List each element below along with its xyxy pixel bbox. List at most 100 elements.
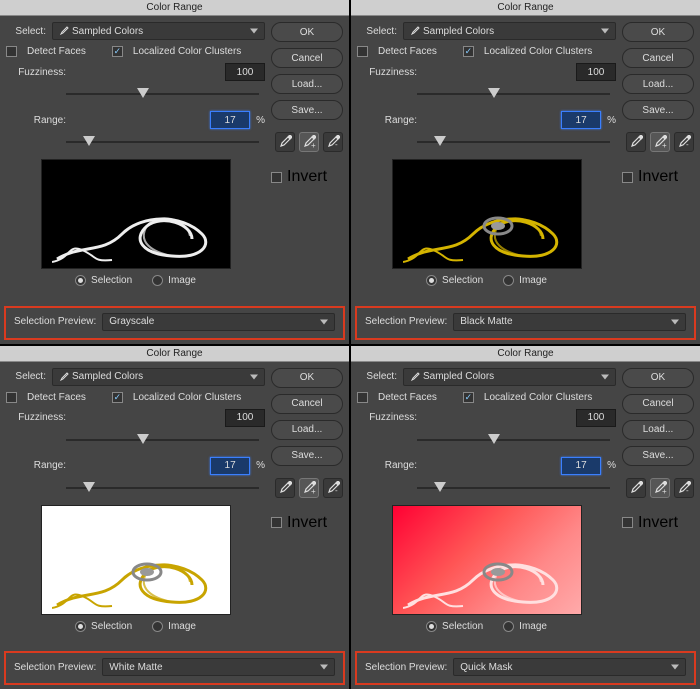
fuzziness-input[interactable] xyxy=(576,409,616,427)
selection-preview-dropdown[interactable]: Quick Mask xyxy=(453,658,686,676)
localized-clusters-checkbox[interactable] xyxy=(463,392,474,403)
dialog-titlebar: Color Range xyxy=(351,346,700,362)
save-button[interactable]: Save... xyxy=(271,446,343,466)
eyedropper-icon xyxy=(410,26,420,36)
eyedropper-subtract-tool[interactable]: - xyxy=(674,132,694,152)
selection-preview-thumbnail xyxy=(41,505,231,615)
fuzziness-slider[interactable] xyxy=(66,433,259,447)
fuzziness-input[interactable] xyxy=(225,409,265,427)
range-slider[interactable] xyxy=(66,481,259,495)
invert-checkbox[interactable] xyxy=(271,172,282,183)
select-dropdown[interactable]: Sampled Colors xyxy=(52,22,265,40)
load-button[interactable]: Load... xyxy=(271,74,343,94)
detect-faces-checkbox[interactable] xyxy=(357,46,368,57)
svg-text:+: + xyxy=(311,487,316,495)
image-radio[interactable]: Image xyxy=(152,621,196,632)
selection-radio[interactable]: Selection xyxy=(75,621,132,632)
range-slider[interactable] xyxy=(417,481,610,495)
cancel-button[interactable]: Cancel xyxy=(271,394,343,414)
eyedropper-tool[interactable] xyxy=(626,132,646,152)
range-percent-label: % xyxy=(256,115,265,126)
select-dropdown[interactable]: Sampled Colors xyxy=(52,368,265,386)
range-input[interactable] xyxy=(561,111,601,129)
eyedropper-add-tool[interactable]: + xyxy=(650,478,670,498)
selection-preview-thumbnail xyxy=(41,159,231,269)
invert-checkbox[interactable] xyxy=(622,517,633,528)
selection-radio[interactable]: Selection xyxy=(75,275,132,286)
detect-faces-checkbox[interactable] xyxy=(6,392,17,403)
range-slider[interactable] xyxy=(66,135,259,149)
selection-preview-dropdown[interactable]: Grayscale xyxy=(102,313,335,331)
cancel-button[interactable]: Cancel xyxy=(622,394,694,414)
eyedropper-tool[interactable] xyxy=(626,478,646,498)
fuzziness-label: Fuzziness: xyxy=(6,412,66,423)
load-button[interactable]: Load... xyxy=(271,420,343,440)
eyedropper-minus-icon: - xyxy=(326,481,340,495)
selection-preview-row: Selection Preview: Grayscale xyxy=(4,306,345,340)
selection-radio[interactable]: Selection xyxy=(426,621,483,632)
eyedropper-add-tool[interactable]: + xyxy=(299,478,319,498)
svg-text:-: - xyxy=(335,486,338,495)
eyedropper-add-tool[interactable]: + xyxy=(299,132,319,152)
fuzziness-label: Fuzziness: xyxy=(357,67,417,78)
range-percent-label: % xyxy=(607,460,616,471)
invert-checkbox[interactable] xyxy=(271,517,282,528)
range-input[interactable] xyxy=(210,457,250,475)
save-button[interactable]: Save... xyxy=(271,100,343,120)
selection-preview-label: Selection Preview: xyxy=(365,662,447,673)
ok-button[interactable]: OK xyxy=(271,22,343,42)
selection-radio[interactable]: Selection xyxy=(426,275,483,286)
eyedropper-icon xyxy=(278,135,292,149)
image-radio[interactable]: Image xyxy=(152,275,196,286)
eyedropper-subtract-tool[interactable]: - xyxy=(323,132,343,152)
fuzziness-input[interactable] xyxy=(225,63,265,81)
select-label: Select: xyxy=(357,371,397,382)
eyedropper-icon xyxy=(629,481,643,495)
selection-preview-value: Grayscale xyxy=(109,316,154,327)
select-dropdown[interactable]: Sampled Colors xyxy=(403,22,616,40)
localized-clusters-checkbox[interactable] xyxy=(112,46,123,57)
range-label: Range: xyxy=(6,460,66,471)
range-percent-label: % xyxy=(256,460,265,471)
save-button[interactable]: Save... xyxy=(622,446,694,466)
range-input[interactable] xyxy=(210,111,250,129)
eyedropper-icon xyxy=(59,372,69,382)
localized-clusters-checkbox[interactable] xyxy=(112,392,123,403)
fuzziness-slider[interactable] xyxy=(66,87,259,101)
localized-clusters-label: Localized Color Clusters xyxy=(133,46,241,57)
cancel-button[interactable]: Cancel xyxy=(271,48,343,68)
ok-button[interactable]: OK xyxy=(622,22,694,42)
load-button[interactable]: Load... xyxy=(622,420,694,440)
color-range-dialog: Color Range Select: Sampled Colors Detec… xyxy=(0,0,349,344)
fuzziness-slider[interactable] xyxy=(417,433,610,447)
detect-faces-label: Detect Faces xyxy=(27,392,86,403)
localized-clusters-label: Localized Color Clusters xyxy=(484,392,592,403)
color-range-dialog: Color Range Select: Sampled Colors Detec… xyxy=(351,346,700,689)
localized-clusters-checkbox[interactable] xyxy=(463,46,474,57)
save-button[interactable]: Save... xyxy=(622,100,694,120)
eyedropper-add-tool[interactable]: + xyxy=(650,132,670,152)
select-dropdown[interactable]: Sampled Colors xyxy=(403,368,616,386)
image-radio[interactable]: Image xyxy=(503,621,547,632)
range-input[interactable] xyxy=(561,457,601,475)
detect-faces-checkbox[interactable] xyxy=(6,46,17,57)
ok-button[interactable]: OK xyxy=(622,368,694,388)
selection-preview-dropdown[interactable]: White Matte xyxy=(102,658,335,676)
cancel-button[interactable]: Cancel xyxy=(622,48,694,68)
eyedropper-tool[interactable] xyxy=(275,132,295,152)
detect-faces-checkbox[interactable] xyxy=(357,392,368,403)
eyedropper-subtract-tool[interactable]: - xyxy=(323,478,343,498)
eyedropper-subtract-tool[interactable]: - xyxy=(674,478,694,498)
ok-button[interactable]: OK xyxy=(271,368,343,388)
eyedropper-minus-icon: - xyxy=(677,135,691,149)
image-radio[interactable]: Image xyxy=(503,275,547,286)
eyedropper-tool[interactable] xyxy=(275,478,295,498)
detect-faces-label: Detect Faces xyxy=(378,46,437,57)
selection-preview-value: Quick Mask xyxy=(460,662,512,673)
fuzziness-input[interactable] xyxy=(576,63,616,81)
load-button[interactable]: Load... xyxy=(622,74,694,94)
fuzziness-slider[interactable] xyxy=(417,87,610,101)
range-slider[interactable] xyxy=(417,135,610,149)
invert-checkbox[interactable] xyxy=(622,172,633,183)
selection-preview-dropdown[interactable]: Black Matte xyxy=(453,313,686,331)
